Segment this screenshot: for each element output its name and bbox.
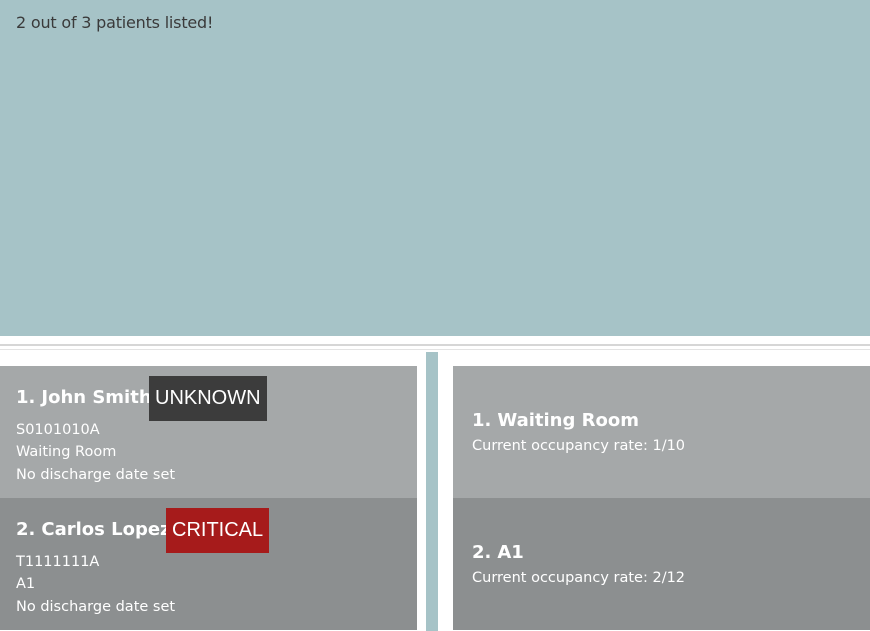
status-tag-unknown: UNKNOWN [149, 376, 267, 421]
patient-room: Waiting Room [16, 444, 117, 460]
patient-name-line: 2. Carlos Lopez [16, 519, 171, 540]
pane-divider[interactable] [429, 352, 438, 631]
patient-name: John Smith [41, 387, 152, 408]
room-name-line: 2. A1 [472, 542, 524, 563]
separator-line [0, 349, 870, 350]
room-name-line: 1. Waiting Room [472, 410, 639, 431]
split-pane-separator[interactable] [0, 336, 870, 352]
result-message: 2 out of 3 patients listed! [16, 13, 214, 32]
separator-line [0, 344, 870, 346]
patient-id: S0101010A [16, 422, 100, 438]
patient-card[interactable]: 2. Carlos Lopez CRITICAL T1111111A A1 No … [0, 498, 417, 630]
room-index: 2. [472, 542, 492, 563]
room-occupancy: Current occupancy rate: 1/10 [472, 438, 686, 454]
patient-index: 1. [16, 387, 36, 408]
patient-list[interactable]: 1. John Smith UNKNOWN S0101010A Waiting R… [0, 352, 426, 631]
patient-discharge: No discharge date set [16, 467, 176, 483]
patient-discharge: No discharge date set [16, 599, 176, 615]
patient-name-line: 1. John Smith [16, 387, 152, 408]
patient-index: 2. [16, 519, 36, 540]
room-list[interactable]: 1. Waiting Room Current occupancy rate: 1… [438, 352, 870, 631]
room-card[interactable]: 2. A1 Current occupancy rate: 2/12 [453, 498, 870, 630]
patient-id: T1111111A [16, 554, 100, 570]
room-name: A1 [497, 542, 524, 563]
patient-card[interactable]: 1. John Smith UNKNOWN S0101010A Waiting R… [0, 366, 417, 498]
room-card[interactable]: 1. Waiting Room Current occupancy rate: 1… [453, 366, 870, 498]
room-name: Waiting Room [497, 410, 639, 431]
status-tag-critical: CRITICAL [166, 508, 270, 553]
result-display: 2 out of 3 patients listed! [0, 0, 870, 336]
room-index: 1. [472, 410, 492, 431]
patient-room: A1 [16, 576, 36, 592]
room-occupancy: Current occupancy rate: 2/12 [472, 570, 686, 586]
patient-name: Carlos Lopez [41, 519, 171, 540]
